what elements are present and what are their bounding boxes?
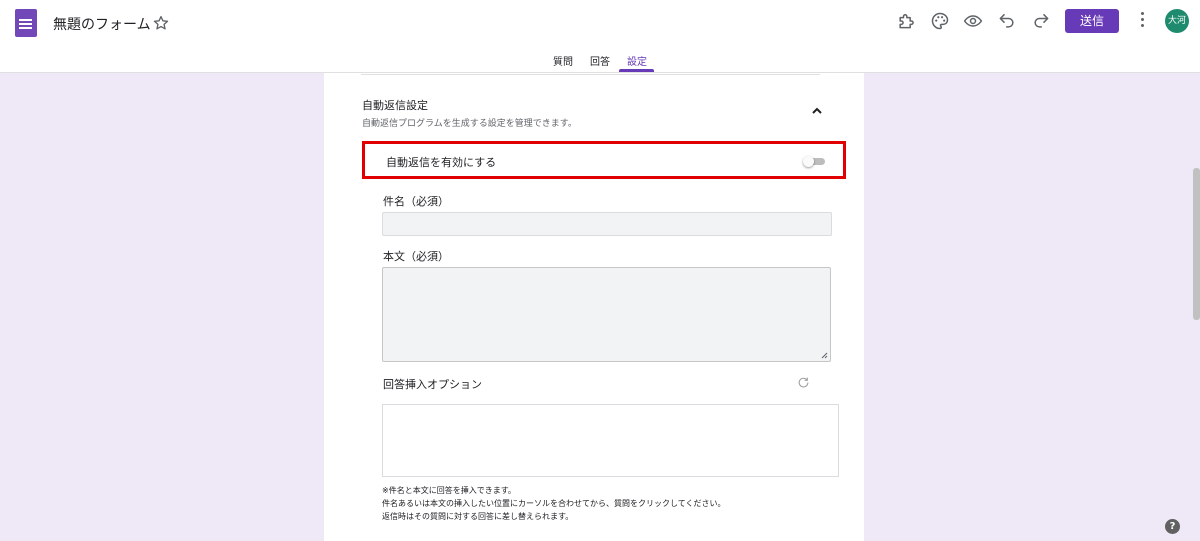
star-icon[interactable] (152, 14, 170, 32)
chevron-up-icon[interactable] (811, 106, 823, 116)
forms-logo-icon[interactable] (15, 9, 37, 37)
answer-options-box[interactable] (382, 404, 839, 477)
active-tab-indicator (619, 69, 654, 72)
app-header: 無題のフォーム 送信 大河 質問 回答 設定 (0, 0, 1200, 73)
tab-responses[interactable]: 回答 (590, 53, 610, 68)
note-line: 件名あるいは本文の挿入したい位置にカーソルを合わせてから、質問をクリックしてくだ… (382, 499, 726, 508)
tab-settings[interactable]: 設定 (627, 53, 647, 68)
note-line: 返信時はその質問に対する回答に差し替えられます。 (382, 512, 574, 521)
form-title[interactable]: 無題のフォーム (53, 14, 151, 34)
page-scrollbar[interactable] (1193, 168, 1200, 320)
divider (361, 74, 820, 75)
note-line: ※件名と本文に回答を挿入できます。 (382, 486, 516, 495)
help-icon[interactable]: ? (1165, 519, 1180, 534)
redo-icon[interactable] (1031, 11, 1051, 31)
auto-reply-toggle-label: 自動返信を有効にする (386, 156, 497, 169)
undo-icon[interactable] (997, 11, 1017, 31)
highlight-box: 自動返信を有効にする (362, 141, 846, 179)
avatar[interactable]: 大河 (1165, 9, 1189, 33)
options-label: 回答挿入オプション (383, 378, 482, 391)
more-vert-icon[interactable] (1141, 12, 1145, 28)
addon-puzzle-icon[interactable] (896, 11, 916, 31)
refresh-icon[interactable] (797, 376, 810, 389)
preview-eye-icon[interactable] (963, 11, 983, 31)
auto-reply-toggle[interactable] (803, 156, 825, 167)
section-title: 自動返信設定 (362, 99, 428, 112)
subject-input[interactable] (382, 212, 832, 236)
palette-icon[interactable] (930, 11, 950, 31)
tab-bar: 質問 回答 設定 (0, 50, 1200, 73)
settings-card: 自動返信設定 自動返信プログラムを生成する設定を管理できます。 自動返信を有効に… (324, 73, 864, 541)
resize-handle-icon[interactable] (821, 352, 828, 359)
subject-label: 件名（必須） (383, 195, 449, 208)
body-label: 本文（必須） (383, 250, 449, 263)
section-description: 自動返信プログラムを生成する設定を管理できます。 (362, 119, 577, 129)
body-textarea[interactable] (382, 267, 831, 362)
tab-questions[interactable]: 質問 (553, 53, 573, 68)
send-button[interactable]: 送信 (1065, 9, 1119, 33)
